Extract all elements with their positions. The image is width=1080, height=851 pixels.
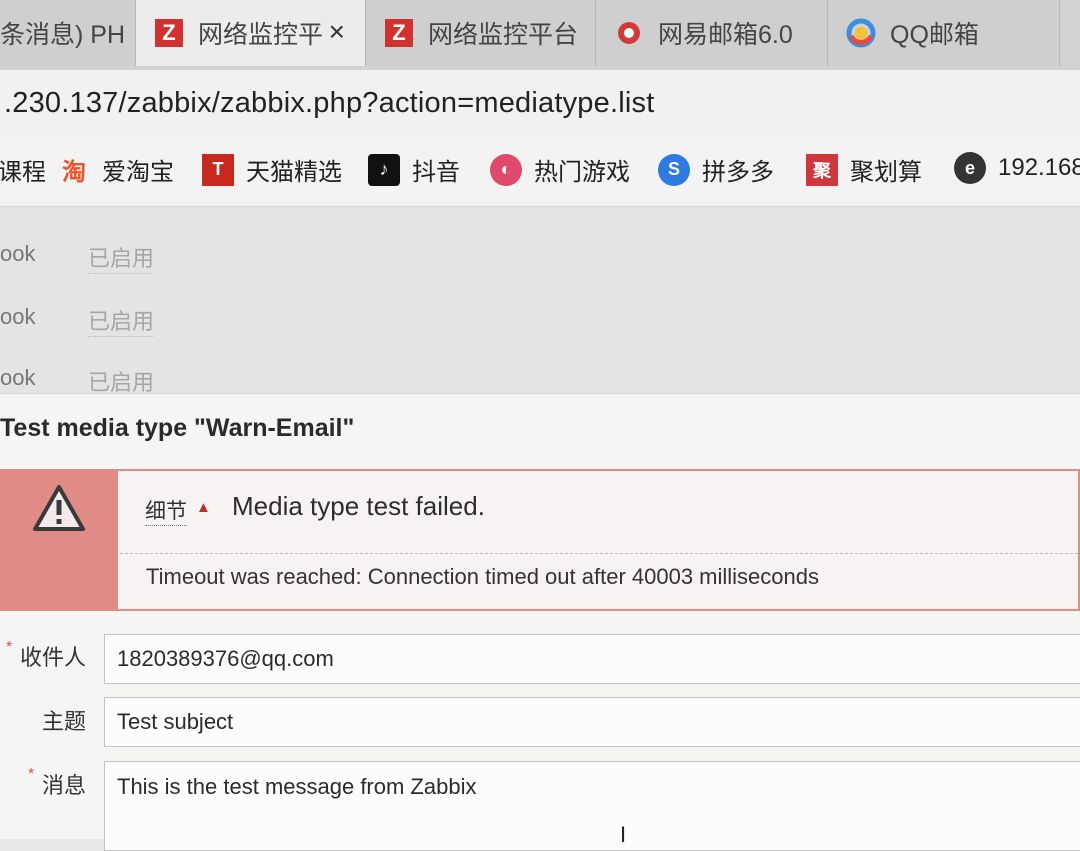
message-label: 消息 (41, 773, 86, 798)
error-detail: Timeout was reached: Connection timed ou… (146, 564, 819, 589)
bookmark-label: 课程 (0, 159, 46, 186)
close-icon[interactable]: × (329, 16, 345, 48)
bookmark-label: 抖音 (412, 159, 460, 186)
status-enabled[interactable]: 已启用 (88, 241, 155, 274)
dialog-title: Test media type "Warn-Email" (0, 414, 355, 442)
tab-label: 网络监控平 (198, 21, 324, 49)
bookmark-label: 拼多多 (702, 159, 774, 186)
media-type-name[interactable]: ook (0, 365, 35, 391)
douyin-icon: ♪ (368, 153, 400, 186)
media-type-name[interactable]: ook (0, 304, 35, 330)
error-message-box: 细节 ▲ Media type test failed. Timeout was… (0, 469, 1080, 611)
tab-label: QQ邮箱 (890, 21, 979, 49)
pinduoduo-icon: S (658, 153, 690, 186)
bookmark-juhuasuan[interactable]: 聚 聚划算 (806, 152, 922, 187)
recipient-label: 收件人 (19, 645, 86, 670)
triangle-up-icon[interactable]: ▲ (196, 499, 211, 516)
tab-label: 网络监控平台 (428, 21, 579, 49)
table-row: ook 已启用 (0, 225, 1080, 283)
bookmark-label: 热门游戏 (534, 159, 630, 186)
game-icon: ◐ (490, 153, 522, 186)
warning-icon (0, 471, 118, 609)
bookmark-label: 192.168 (998, 154, 1080, 181)
address-url[interactable]: .230.137/zabbix/zabbix.php?action=mediat… (4, 87, 654, 120)
tab-zabbix-active[interactable]: Z 网络监控平 × (136, 0, 366, 66)
tab-netease-mail[interactable]: 网易邮箱6.0 (596, 0, 828, 66)
juhuasuan-icon: 聚 (806, 153, 838, 186)
bookmark-course[interactable]: 课程 (0, 152, 46, 187)
bookmarks-bar: 课程 淘 爱淘宝 T 天猫精选 ♪ 抖音 ◐ 热门游戏 S 拼多多 聚 聚划算 … (0, 140, 1080, 207)
taobao-icon: 淘 (62, 159, 86, 186)
address-bar[interactable]: .230.137/zabbix/zabbix.php?action=mediat… (0, 70, 1080, 140)
table-row: ook 已启用 (0, 288, 1080, 346)
netease-icon (614, 18, 644, 48)
bookmark-ip[interactable]: e 192.168 (954, 152, 1080, 184)
tab-label: 条消息) PH (0, 21, 126, 49)
recipient-input[interactable] (104, 634, 1080, 684)
message-text: This is the test message from Zabbix (117, 774, 477, 799)
tab-zabbix[interactable]: Z 网络监控平台 (366, 0, 596, 66)
bookmark-games[interactable]: ◐ 热门游戏 (490, 152, 630, 187)
error-headline: Media type test failed. (232, 491, 485, 521)
details-toggle[interactable]: 细节 (145, 495, 187, 526)
tab-strip: 条消息) PH Z 网络监控平 × Z 网络监控平台 网易邮箱6.0 QQ邮箱 (0, 0, 1080, 70)
status-enabled[interactable]: 已启用 (88, 304, 155, 337)
edge-icon: e (954, 152, 986, 184)
tab-phone[interactable]: 条消息) PH (0, 0, 136, 66)
text-cursor-icon: I (620, 822, 627, 847)
tab-label: 网易邮箱6.0 (658, 21, 793, 49)
bookmark-tmall[interactable]: T 天猫精选 (202, 152, 342, 187)
divider (120, 553, 1078, 554)
bookmark-label: 爱淘宝 (102, 159, 174, 186)
subject-label: 主题 (41, 709, 86, 734)
test-media-type-dialog: Test media type "Warn-Email" 细节 ▲ Media … (0, 393, 1080, 851)
tab-qq-mail[interactable]: QQ邮箱 (828, 0, 1060, 66)
bookmark-taobao[interactable]: 淘 爱淘宝 (58, 152, 174, 187)
bookmark-label: 天猫精选 (246, 159, 342, 186)
tmall-icon: T (202, 153, 234, 186)
subject-input[interactable] (104, 697, 1080, 747)
zabbix-icon: Z (384, 18, 414, 48)
qq-mail-icon (846, 18, 876, 48)
bookmark-pinduoduo[interactable]: S 拼多多 (658, 152, 774, 187)
media-type-name[interactable]: ook (0, 241, 35, 267)
bookmark-label: 聚划算 (850, 159, 922, 186)
zabbix-icon: Z (154, 18, 184, 48)
bookmark-douyin[interactable]: ♪ 抖音 (368, 152, 460, 187)
